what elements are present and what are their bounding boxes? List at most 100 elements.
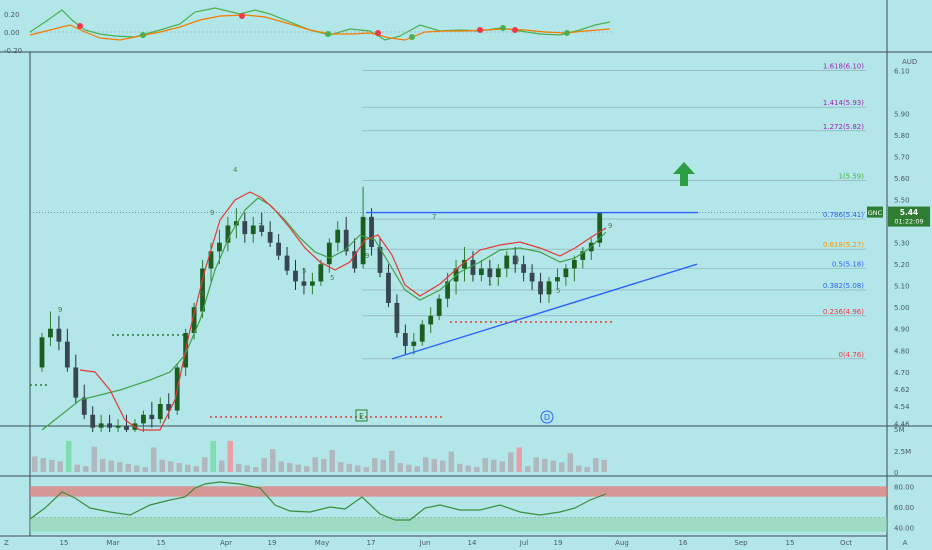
candle-body	[64, 341, 70, 368]
volume-bar	[363, 467, 369, 472]
candle-body	[217, 242, 222, 252]
volume-bar	[321, 458, 327, 472]
volume-bar	[567, 453, 573, 472]
count-label: 5	[330, 274, 334, 282]
candle-body	[386, 272, 391, 303]
candle-body	[293, 270, 298, 282]
fib-level-label: 0(4.76)	[838, 351, 864, 359]
volume-bar	[516, 447, 522, 472]
candle-body	[352, 251, 358, 269]
volume-bar	[32, 456, 38, 472]
volume-bar	[542, 458, 548, 472]
earnings-marker: E	[359, 412, 364, 421]
fib-level-label: 1.414(5.93)	[823, 99, 864, 107]
candle-body	[56, 328, 62, 342]
candle-body	[301, 281, 307, 286]
volume-bar	[431, 458, 437, 472]
candle-body	[538, 281, 543, 295]
candle-body	[276, 242, 281, 256]
price-tick-label: 6.10	[894, 68, 910, 76]
time-tick-label: Apr	[220, 539, 232, 547]
count-label: 9	[210, 209, 214, 217]
volume-bar	[261, 458, 267, 472]
fib-level-label: 0.382(5.08)	[823, 282, 864, 290]
candle-body	[73, 367, 79, 398]
volume-bar	[457, 463, 463, 472]
volume-bar	[202, 457, 208, 472]
top-cross-dot	[409, 34, 415, 40]
volume-tick-label: 2.5M	[894, 448, 911, 456]
count-label: 5	[200, 290, 204, 298]
volume-bar	[117, 462, 123, 472]
price-tick-label: 5.20	[894, 261, 910, 269]
chart-svg[interactable]: 0.20 0.00 -0.20 1.618(6.10) 1.414(5.93) 1.272…	[0, 0, 932, 550]
price-tick-label: 4.90	[894, 326, 910, 334]
candle-body	[563, 268, 569, 278]
candle-body	[419, 324, 425, 342]
top-panel-tick: 0.00	[4, 29, 20, 37]
candle-body	[149, 414, 155, 420]
volume-bar	[49, 459, 55, 472]
top-cross-dot	[325, 31, 331, 37]
volume-bar	[584, 467, 590, 472]
volume-bar	[533, 457, 539, 472]
volume-bar	[227, 440, 233, 472]
volume-bar	[329, 449, 335, 472]
candle-body	[529, 272, 535, 282]
fib-level-label: 0.618(5.27)	[823, 241, 864, 249]
volume-bar	[576, 465, 582, 472]
symbol-tag: GNC	[868, 209, 883, 217]
candle-body	[250, 225, 256, 235]
volume-bar	[397, 463, 403, 472]
candle-body	[428, 315, 434, 325]
time-axis-left-label: Z	[4, 539, 9, 547]
top-osc-fast-line	[29, 7, 611, 41]
volume-bar	[142, 467, 148, 472]
count-label: 9	[365, 252, 369, 260]
price-tick-label: 5.70	[894, 154, 910, 162]
time-tick-label: Mar	[106, 539, 119, 547]
price-tick-label: 5.50	[894, 197, 910, 205]
time-tick-label: Oct	[840, 539, 852, 547]
volume-bar	[270, 449, 276, 472]
count-label: 7	[432, 213, 436, 221]
time-tick-label: Jul	[519, 539, 529, 547]
time-tick-label: 19	[554, 539, 563, 547]
candle-body	[39, 337, 45, 368]
count-label: 4	[233, 166, 238, 174]
time-tick-label: Sep	[734, 539, 748, 547]
fib-level-label: 1.272(5.82)	[823, 123, 864, 131]
volume-bar	[304, 466, 310, 472]
last-price-tag: 5.44	[900, 208, 919, 217]
volume-bar	[210, 440, 216, 472]
candle-body	[470, 259, 476, 275]
candle-body	[124, 425, 129, 430]
volume-bar	[125, 463, 131, 472]
volume-bar	[389, 450, 395, 472]
price-tick-label: 5.10	[894, 283, 910, 291]
volume-bar	[491, 459, 497, 472]
price-tick-label: 4.62	[894, 386, 910, 394]
time-tick-label: Aug	[615, 539, 629, 547]
fib-level-label: 0.5(5.18)	[832, 261, 864, 269]
rsi-overbought-band	[30, 486, 887, 497]
time-tick-label: 15	[786, 539, 795, 547]
candle-body	[487, 268, 493, 278]
price-tick-label: 4.54	[894, 403, 910, 411]
dividend-marker: D	[544, 413, 550, 422]
candle-body	[242, 221, 248, 235]
rsi-tick-label: 40.00	[894, 525, 914, 533]
volume-bar	[499, 461, 505, 472]
top-panel-tick: -0.20	[4, 47, 22, 55]
volume-bar	[193, 466, 199, 472]
time-tick-label: 15	[157, 539, 166, 547]
volume-bar	[440, 460, 446, 472]
volume-bar	[108, 460, 114, 472]
candle-body	[90, 414, 96, 428]
volume-bar	[151, 447, 157, 472]
volume-bar	[338, 462, 344, 472]
top-cross-dot	[239, 13, 245, 19]
time-tick-label: A	[903, 539, 908, 547]
candle-body	[479, 268, 484, 275]
volume-bar	[236, 463, 242, 472]
